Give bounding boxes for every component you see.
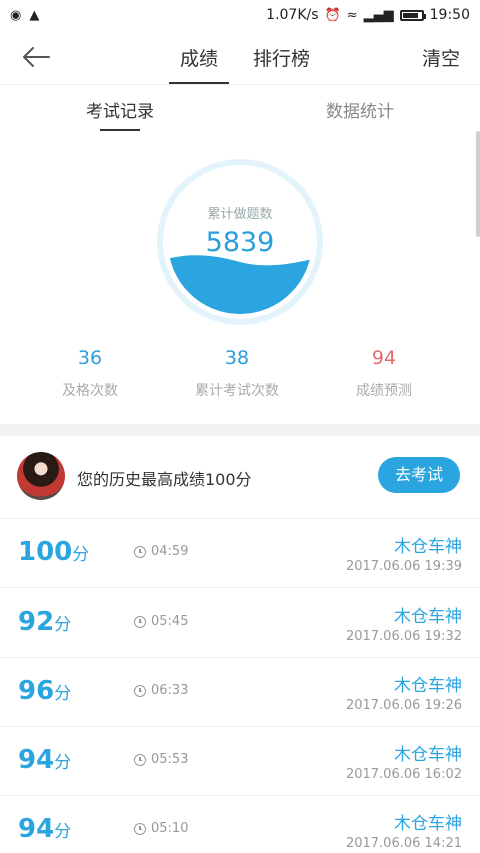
notification-icon: ▲ [29, 7, 40, 23]
stat-value: 94 [371, 347, 397, 369]
stat-label: 成绩预测 [356, 383, 412, 399]
summary-panel: 累计做题数 5839 36 及格次数 38 累计考试次数 94 成绩预测 [0, 131, 480, 424]
gauge-value: 5839 [205, 227, 275, 258]
tab-leaderboard[interactable]: 排行榜 [253, 44, 310, 71]
stat-label: 累计考试次数 [195, 383, 279, 399]
section-divider [0, 424, 480, 436]
best-score-text: 您的历史最高成绩100分 [77, 470, 252, 489]
stat-label: 及格次数 [62, 383, 118, 399]
record-row[interactable]: 94分 05:10 木仓车神 2017.06.06 14:21 [0, 795, 480, 853]
tab-data-stats[interactable]: 数据统计 [326, 97, 394, 122]
record-user: 木仓车神 [394, 537, 462, 557]
record-score: 96分 [18, 676, 72, 706]
app-icon: ◉ [10, 7, 22, 23]
record-row[interactable]: 100分 04:59 木仓车神 2017.06.06 19:39 [0, 518, 480, 588]
record-row[interactable]: 96分 06:33 木仓车神 2017.06.06 19:26 [0, 657, 480, 727]
record-score: 94分 [18, 745, 72, 775]
record-score: 92分 [18, 607, 72, 637]
record-date: 2017.06.06 19:26 [345, 698, 462, 713]
clock-icon [134, 545, 146, 558]
active-tab-indicator [169, 82, 229, 84]
best-score-row: 您的历史最高成绩100分 去考试 [0, 436, 480, 519]
record-row[interactable]: 94分 05:53 木仓车神 2017.06.06 16:02 [0, 726, 480, 796]
record-user: 木仓车神 [394, 814, 462, 834]
stat-value: 38 [224, 347, 250, 369]
record-duration: 06:33 [134, 683, 188, 698]
go-exam-button[interactable]: 去考试 [378, 457, 460, 493]
top-nav: 成绩 排行榜 清空 [0, 30, 480, 85]
clock-icon [134, 753, 146, 766]
clock-icon [134, 684, 146, 697]
scrollbar[interactable] [476, 131, 480, 237]
record-date: 2017.06.06 19:32 [345, 629, 462, 644]
record-date: 2017.06.06 19:39 [345, 559, 462, 574]
record-duration: 05:53 [134, 752, 188, 767]
stat-pass-count: 36 及格次数 [30, 347, 150, 400]
back-arrow-icon [23, 47, 50, 67]
stat-exam-count: 38 累计考试次数 [177, 347, 297, 400]
record-score: 94分 [18, 814, 72, 844]
wifi-icon: ≈ [346, 7, 358, 23]
clock-icon [134, 822, 146, 835]
record-duration: 04:59 [134, 544, 188, 559]
battery-icon [399, 9, 426, 21]
avatar [17, 452, 65, 500]
clock-time: 19:50 [429, 7, 470, 23]
signal-icon: ▂▄▆ [363, 7, 394, 23]
alarm-icon: ⏰ [324, 7, 341, 23]
clear-button[interactable]: 清空 [422, 44, 460, 71]
record-user: 木仓车神 [394, 745, 462, 765]
record-user: 木仓车神 [394, 607, 462, 627]
record-user: 木仓车神 [394, 676, 462, 696]
stat-score-prediction: 94 成绩预测 [324, 347, 444, 400]
stat-value: 36 [77, 347, 103, 369]
clock-icon [134, 615, 146, 628]
record-row[interactable]: 92分 05:45 木仓车神 2017.06.06 19:32 [0, 588, 480, 658]
sub-tabs: 考试记录 数据统计 [0, 85, 480, 132]
tab-exam-records[interactable]: 考试记录 [86, 97, 154, 122]
network-speed: 1.07K/s [266, 7, 319, 23]
status-bar: ◉ ▲ 1.07K/s ⏰ ≈ ▂▄▆ 19:50 [0, 0, 480, 30]
tab-scores[interactable]: 成绩 [180, 44, 218, 71]
record-score: 100分 [18, 537, 90, 567]
record-duration: 05:45 [134, 614, 188, 629]
record-duration: 05:10 [134, 821, 188, 836]
back-button[interactable] [18, 41, 54, 73]
gauge-label: 累计做题数 [207, 207, 273, 222]
record-date: 2017.06.06 14:21 [345, 836, 462, 851]
record-date: 2017.06.06 16:02 [345, 767, 462, 782]
